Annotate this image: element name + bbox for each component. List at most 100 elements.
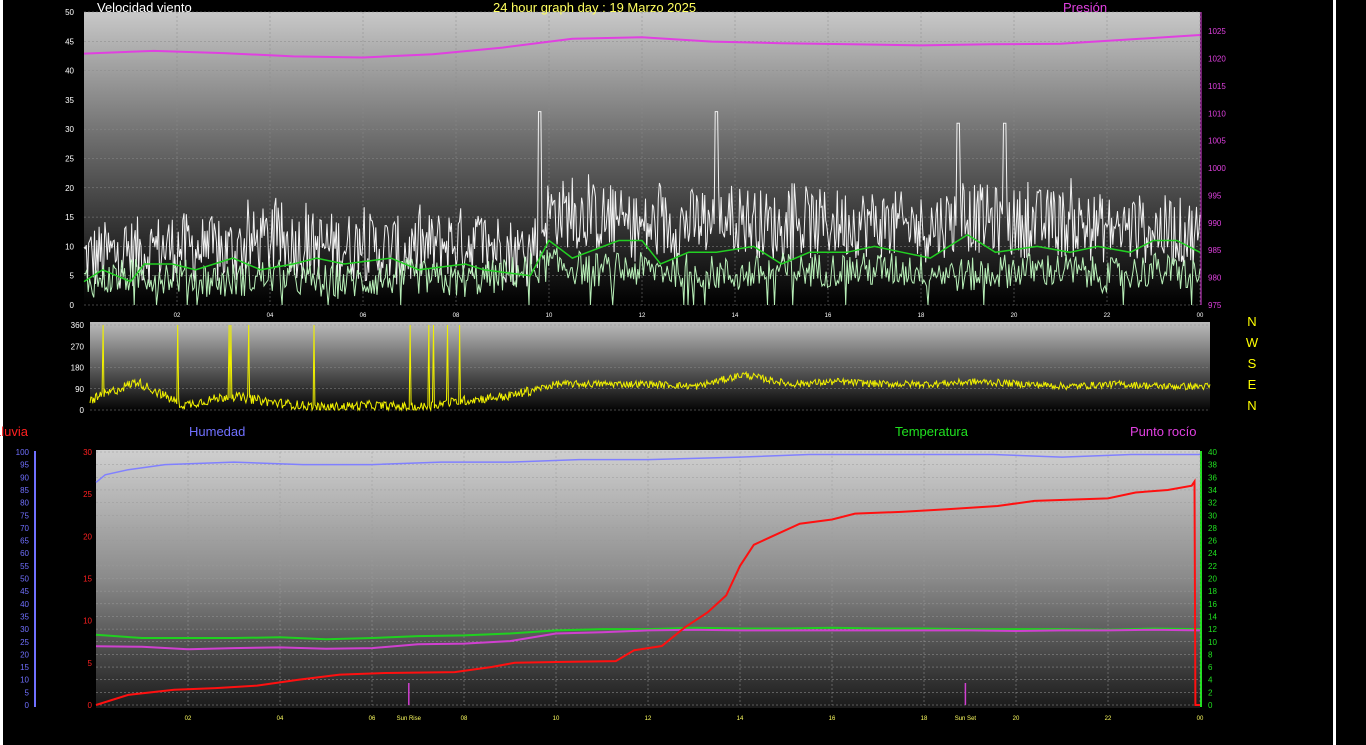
wind-axis-tick: 20 [65, 184, 74, 193]
time-axis-tick: 02 [185, 716, 192, 722]
dew-point-label: Punto rocío [1130, 424, 1197, 439]
compass-label: N [1247, 398, 1256, 413]
humidity-axis-tick: 25 [20, 638, 29, 647]
time-axis-tick: 22 [1105, 716, 1112, 722]
wind-axis-tick: 0 [70, 301, 75, 310]
humidity-axis-tick: 85 [20, 486, 29, 495]
time-axis-tick: 08 [461, 716, 468, 722]
time-axis-tick: 14 [732, 313, 739, 319]
time-axis-tick: 00 [1197, 716, 1204, 722]
wind-speed-axis: 0 5 10 15 20 25 30 35 40 45 50 [65, 8, 74, 310]
humidity-label: Humedad [189, 424, 246, 439]
temperature-axis-tick: 4 [1208, 676, 1213, 685]
temperature-axis: 0246810121416182022242628303234363840 [1208, 448, 1217, 710]
time-axis-tick: 16 [829, 716, 836, 722]
humidity-axis-tick: 40 [20, 600, 29, 609]
time-axis-tick: 22 [1104, 313, 1111, 319]
direction-axis: 0 90 180 270 360 [71, 321, 85, 415]
temperature-axis-tick: 12 [1208, 625, 1217, 634]
humidity-axis-tick: 80 [20, 499, 29, 508]
time-axis-tick: 20 [1013, 716, 1020, 722]
rain-axis-tick: 5 [88, 659, 93, 668]
humidity-axis-tick: 55 [20, 562, 29, 571]
time-axis-tick: 06 [369, 716, 376, 722]
time-axis-tick: Sun Rise [397, 716, 422, 722]
pressure-axis-tick: 1005 [1208, 137, 1226, 146]
direction-axis-tick: 0 [80, 406, 85, 415]
time-axis-tick: 04 [267, 313, 274, 319]
direction-axis-tick: 360 [71, 321, 85, 330]
time-axis-tick: 20 [1011, 313, 1018, 319]
wind-axis-tick: 50 [65, 8, 74, 17]
pressure-label: Presión [1063, 0, 1108, 15]
time-axis-tick: Sun Set [955, 716, 977, 722]
time-axis-tick: 04 [277, 716, 284, 722]
humidity-axis-tick: 0 [25, 701, 30, 710]
humidity-axis-tick: 95 [20, 461, 29, 470]
temperature-axis-tick: 6 [1208, 663, 1213, 672]
wind-axis-tick: 10 [65, 242, 74, 251]
wind-axis-tick: 45 [65, 37, 74, 46]
compass-label: S [1248, 356, 1257, 371]
time-axis-tick: 10 [546, 313, 553, 319]
pressure-axis-tick: 990 [1208, 219, 1222, 228]
frame-right-bar [1333, 0, 1336, 745]
time-axis-tick: 18 [918, 313, 925, 319]
rain-axis-tick: 25 [83, 490, 92, 499]
humidity-axis-tick: 45 [20, 587, 29, 596]
temperature-axis-tick: 34 [1208, 486, 1217, 495]
wind-axis-tick: 35 [65, 96, 74, 105]
temperature-axis-tick: 28 [1208, 524, 1217, 533]
pressure-axis-tick: 1000 [1208, 164, 1226, 173]
wind-axis-tick: 15 [65, 213, 74, 222]
pressure-axis-tick: 980 [1208, 274, 1222, 283]
time-axis-tick: 00 [1197, 313, 1204, 319]
temperature-axis-tick: 26 [1208, 537, 1217, 546]
pressure-axis-tick: 995 [1208, 191, 1222, 200]
time-axis-tick: 12 [645, 716, 652, 722]
wind-pressure-panel: 05101520253035404550 9759809859909951000… [65, 8, 1226, 319]
temperature-axis-tick: 0 [1208, 701, 1213, 710]
temperature-axis-tick: 38 [1208, 461, 1217, 470]
humidity-axis-tick: 35 [20, 612, 29, 621]
temperature-axis-tick: 10 [1208, 638, 1217, 647]
temperature-axis-tick: 22 [1208, 562, 1217, 571]
time-axis-tick: 08 [453, 313, 460, 319]
wind-axis-tick: 40 [65, 67, 74, 76]
pressure-axis: 975 980 985 990 995 1000 1005 1010 1015 1020 1025 [1200, 12, 1226, 310]
wind-axis-tick: 30 [65, 125, 74, 134]
page-title: 24 hour graph day : 19 Marzo 2025 [493, 0, 697, 15]
humidity-axis-tick: 100 [16, 448, 30, 457]
rain-time-axis: 02 04 06 Sun Rise 08 10 12 14 16 18 Sun Set 20 22 00 [185, 716, 1204, 722]
temperature-axis-tick: 40 [1208, 448, 1217, 457]
pressure-axis-tick: 1025 [1208, 27, 1226, 36]
direction-panel-background [90, 322, 1210, 412]
temperature-axis-tick: 18 [1208, 587, 1217, 596]
time-axis-tick: 06 [360, 313, 367, 319]
pressure-axis-tick: 1015 [1208, 82, 1226, 91]
time-axis-tick: 16 [825, 313, 832, 319]
humidity-axis-tick: 75 [20, 511, 29, 520]
time-axis-tick: 02 [174, 313, 181, 319]
compass-label: N [1247, 314, 1256, 329]
compass-labels: NWSEN [1246, 314, 1259, 413]
humidity-axis-tick: 20 [20, 650, 29, 659]
direction-axis-tick: 180 [71, 364, 85, 373]
compass-label: W [1246, 335, 1259, 350]
temperature-label: Temperatura [895, 424, 968, 439]
rain-axis: 0 5 10 15 20 25 30 [83, 448, 92, 710]
temperature-axis-tick: 2 [1208, 688, 1213, 697]
time-axis-tick: 14 [737, 716, 744, 722]
wind-axis-tick: 25 [65, 155, 74, 164]
humidity-axis-tick: 60 [20, 549, 29, 558]
humidity-axis-tick: 10 [20, 676, 29, 685]
frame-left-bar [0, 0, 3, 745]
temperature-axis-tick: 16 [1208, 600, 1217, 609]
humidity-axis-tick: 70 [20, 524, 29, 533]
time-axis-tick: 10 [553, 716, 560, 722]
time-axis-tick: 12 [639, 313, 646, 319]
compass-label: E [1248, 377, 1257, 392]
weather-24h-graph: 05101520253035404550 9759809859909951000… [0, 0, 1336, 745]
humidity-axis-tick: 5 [25, 688, 30, 697]
wind-direction-panel: 090180270360 NWSEN [71, 314, 1259, 415]
